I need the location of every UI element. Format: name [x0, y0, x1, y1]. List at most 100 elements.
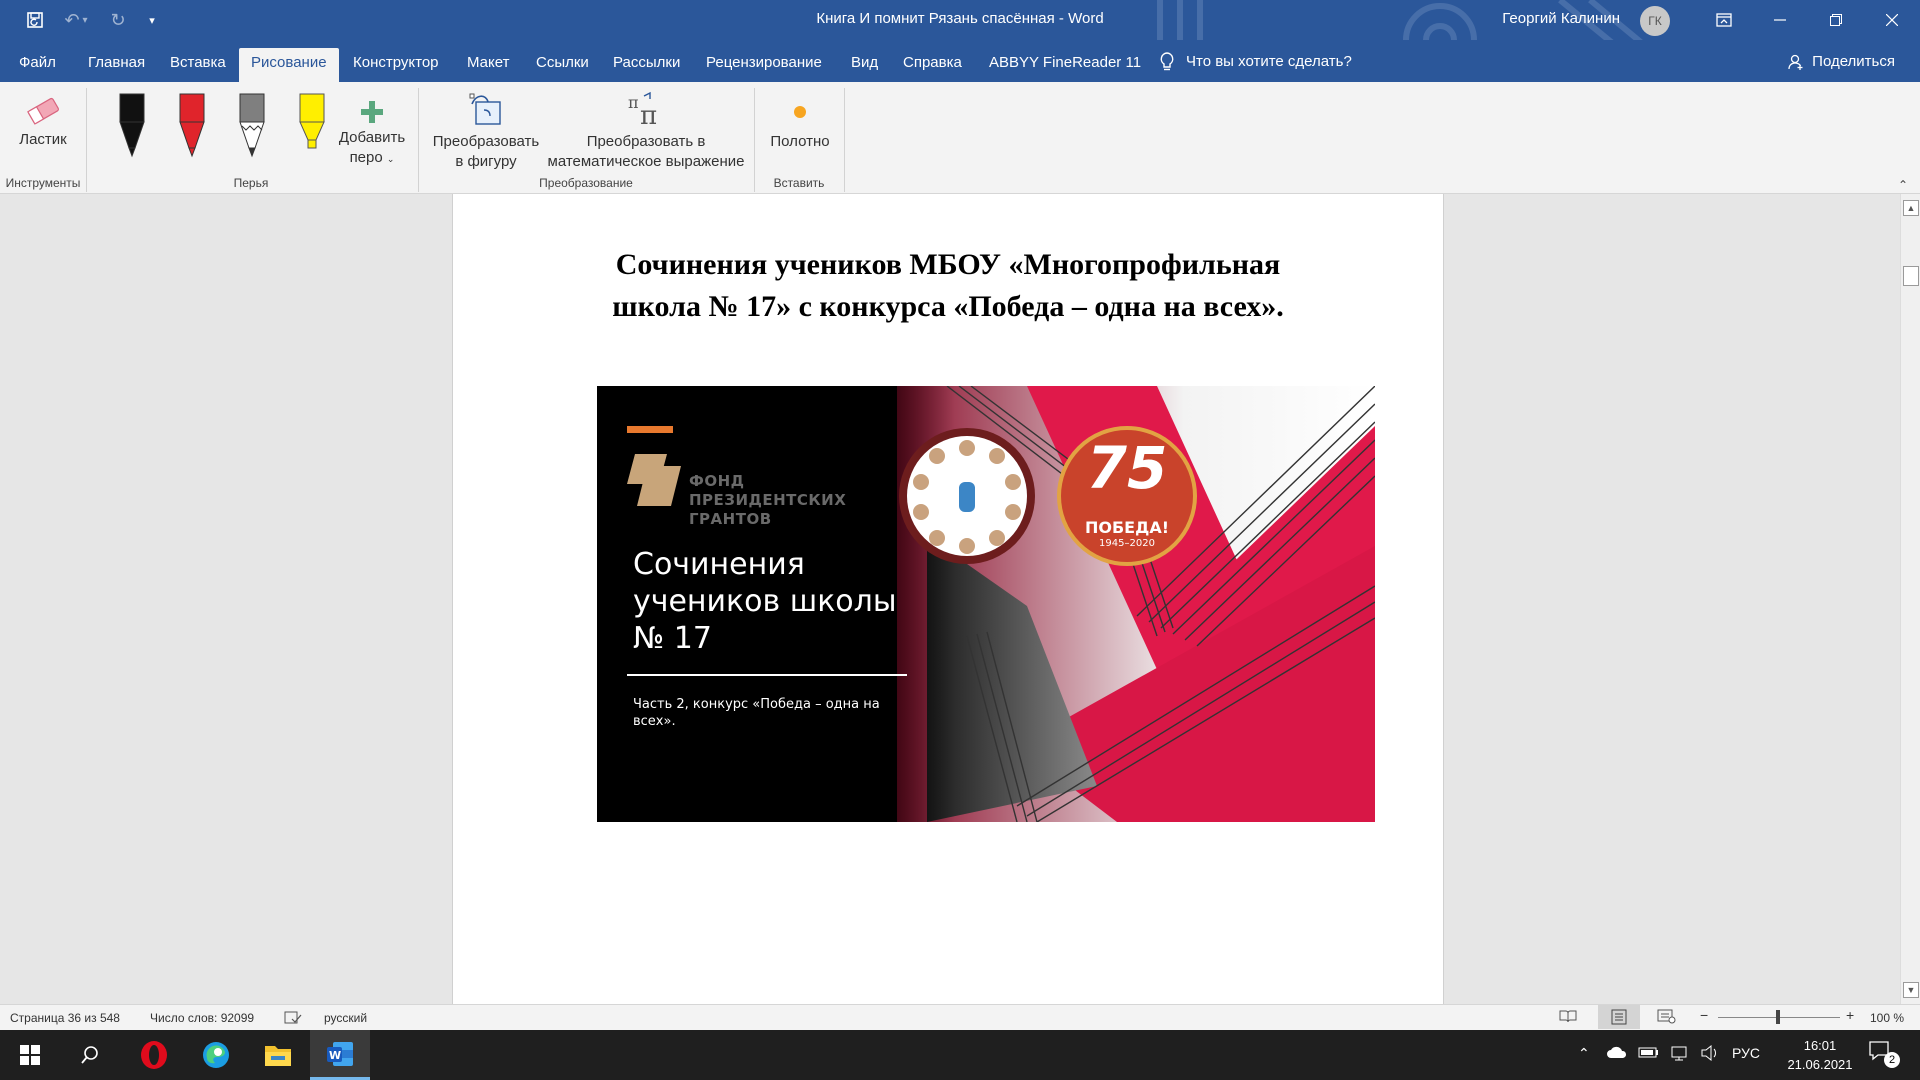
highlighter-yellow-icon: [299, 93, 325, 149]
vertical-scrollbar[interactable]: ▲ ▼: [1900, 194, 1920, 1004]
document-area: Сочинения учеников МБОУ «Многопрофильная…: [0, 194, 1920, 1004]
pi-icon: π π: [628, 91, 657, 130]
fund-logo-text: ФОНД ПРЕЗИДЕНТСКИХ ГРАНТОВ: [689, 472, 846, 529]
pen-black-icon: [119, 93, 145, 158]
pen-black-button[interactable]: [112, 88, 152, 162]
opera-icon[interactable]: [124, 1030, 184, 1080]
document-page[interactable]: Сочинения учеников МБОУ «Многопрофильная…: [452, 194, 1444, 1004]
tab-references[interactable]: Ссылки: [524, 48, 601, 82]
lightbulb-icon: [1160, 52, 1174, 71]
separator: [844, 88, 845, 192]
word-count[interactable]: Число слов: 92099: [150, 1011, 254, 1025]
share-button[interactable]: Поделиться: [1788, 48, 1895, 76]
zoom-level[interactable]: 100 %: [1870, 1011, 1904, 1025]
tab-mailings[interactable]: Рассылки: [601, 48, 692, 82]
zoom-slider-thumb[interactable]: [1776, 1010, 1780, 1024]
user-name[interactable]: Георгий Калинин: [1502, 10, 1620, 27]
scroll-down-icon[interactable]: ▼: [1903, 982, 1919, 998]
fund-line-2: ПРЕЗИДЕНТСКИХ: [689, 491, 847, 509]
banner-subtitle-line-2: всех».: [633, 714, 676, 729]
tab-home[interactable]: Главная: [76, 48, 157, 82]
banner-title-line-2: учеников школы: [633, 584, 897, 619]
network-icon[interactable]: [1670, 1045, 1690, 1064]
read-mode-icon[interactable]: [1558, 1008, 1578, 1027]
keyboard-language[interactable]: РУС: [1732, 1045, 1760, 1061]
page-count[interactable]: Страница 36 из 548: [10, 1011, 120, 1025]
clock-time: 16:01: [1803, 1038, 1837, 1053]
tab-layout[interactable]: Макет: [455, 48, 521, 82]
heading-line-1: Сочинения учеников МБОУ «Многопрофильная: [615, 248, 1281, 281]
restore-icon[interactable]: [1808, 0, 1864, 40]
notifications-icon[interactable]: 2: [1868, 1040, 1902, 1070]
convert-shape-icon: [469, 93, 501, 125]
tell-me-label: Что вы хотите сделать?: [1186, 53, 1352, 70]
close-icon[interactable]: [1864, 0, 1920, 40]
pen-red-button[interactable]: [172, 88, 212, 162]
scroll-up-icon[interactable]: ▲: [1903, 200, 1919, 216]
proofing-icon[interactable]: [284, 1011, 302, 1028]
convert-math-label: Преобразовать в: [586, 133, 706, 150]
title-bar: ↶ ▾ ↻ ▾ Книга И помнит Рязань спасённая -…: [0, 0, 1920, 82]
collapse-ribbon-icon[interactable]: ⌃: [1898, 178, 1908, 192]
file-explorer-icon[interactable]: [248, 1030, 308, 1080]
tab-view[interactable]: Вид: [839, 48, 890, 82]
banner-image[interactable]: ФОНД ПРЕЗИДЕНТСКИХ ГРАНТОВ 75 ПОБЕДА! 19…: [597, 386, 1375, 822]
tell-me-search[interactable]: Что вы хотите сделать?: [1160, 48, 1352, 76]
taskbar: W ⌃ РУС 16:01 21.06.2021 2: [0, 1030, 1920, 1080]
canvas-label: Полотно: [770, 133, 830, 150]
tab-abbyy[interactable]: ABBYY FineReader 11: [977, 48, 1153, 82]
language[interactable]: русский: [324, 1011, 367, 1025]
drawing-canvas-button[interactable]: Полотно: [762, 88, 838, 152]
clock[interactable]: 16:01 21.06.2021: [1770, 1036, 1870, 1074]
ribbon-draw: Ластик Инструменты Добавить перо ⌄ Перья…: [0, 82, 1920, 194]
eraser-icon: [27, 97, 59, 125]
onedrive-icon[interactable]: [1606, 1045, 1628, 1062]
add-pen-button[interactable]: Добавить перо ⌄: [334, 88, 410, 169]
edge-icon[interactable]: [186, 1030, 246, 1080]
word-taskbar-icon[interactable]: W: [310, 1030, 370, 1080]
zoom-in-icon[interactable]: +: [1846, 1007, 1854, 1023]
tab-review[interactable]: Рецензирование: [694, 48, 834, 82]
banner-title: Сочинения учеников школы № 17: [633, 546, 933, 657]
status-bar: Страница 36 из 548 Число слов: 92099 рус…: [0, 1004, 1920, 1030]
convert-to-math-button[interactable]: π π Преобразовать в математическое выраж…: [544, 88, 748, 172]
banner-subtitle: Часть 2, конкурс «Победа – одна на всех»…: [633, 696, 893, 730]
web-layout-icon[interactable]: [1656, 1008, 1676, 1027]
fund-line-1: ФОНД: [689, 472, 745, 490]
scroll-thumb[interactable]: [1903, 266, 1919, 286]
tab-design[interactable]: Конструктор: [341, 48, 451, 82]
tab-file[interactable]: Файл: [7, 48, 68, 82]
svg-text:π: π: [640, 101, 657, 130]
tab-insert[interactable]: Вставка: [158, 48, 238, 82]
ribbon-display-options-icon[interactable]: [1696, 0, 1752, 40]
minimize-icon[interactable]: [1752, 0, 1808, 40]
eraser-label: Ластик: [19, 131, 67, 148]
pencil-grey-button[interactable]: [232, 88, 272, 162]
plus-icon: [361, 101, 383, 123]
banner-subtitle-line-1: Часть 2, конкурс «Победа – одна на: [633, 697, 880, 712]
group-label-tools: Инструменты: [5, 176, 81, 190]
show-hidden-icons[interactable]: ⌃: [1578, 1045, 1590, 1062]
tab-draw[interactable]: Рисование: [239, 48, 339, 82]
banner-divider: [627, 674, 907, 676]
group-label-pens: Перья: [233, 176, 269, 190]
add-pen-label-2: перо ⌄: [349, 149, 395, 166]
tab-help[interactable]: Справка: [891, 48, 974, 82]
windows-start-icon[interactable]: [0, 1030, 60, 1080]
volume-icon[interactable]: [1700, 1044, 1720, 1064]
badge-number: 75: [1086, 434, 1168, 502]
battery-icon[interactable]: [1638, 1045, 1660, 1062]
ribbon-tabs: Файл Главная Вставка Рисование Конструкт…: [0, 40, 1920, 82]
avatar[interactable]: ГК: [1640, 6, 1670, 36]
print-layout-icon[interactable]: [1598, 1005, 1640, 1029]
badge-text: ПОБЕДА!: [1084, 518, 1170, 537]
zoom-out-icon[interactable]: −: [1700, 1007, 1708, 1023]
highlighter-yellow-button[interactable]: [292, 88, 332, 162]
person-icon: [1788, 54, 1803, 70]
search-icon[interactable]: [60, 1030, 120, 1080]
convert-to-shape-button[interactable]: Преобразовать в фигуру: [424, 88, 548, 172]
eraser-button[interactable]: Ластик: [10, 88, 76, 150]
svg-text:π: π: [628, 93, 639, 112]
banner-title-line-3: № 17: [633, 621, 712, 656]
notification-count: 2: [1884, 1052, 1900, 1068]
